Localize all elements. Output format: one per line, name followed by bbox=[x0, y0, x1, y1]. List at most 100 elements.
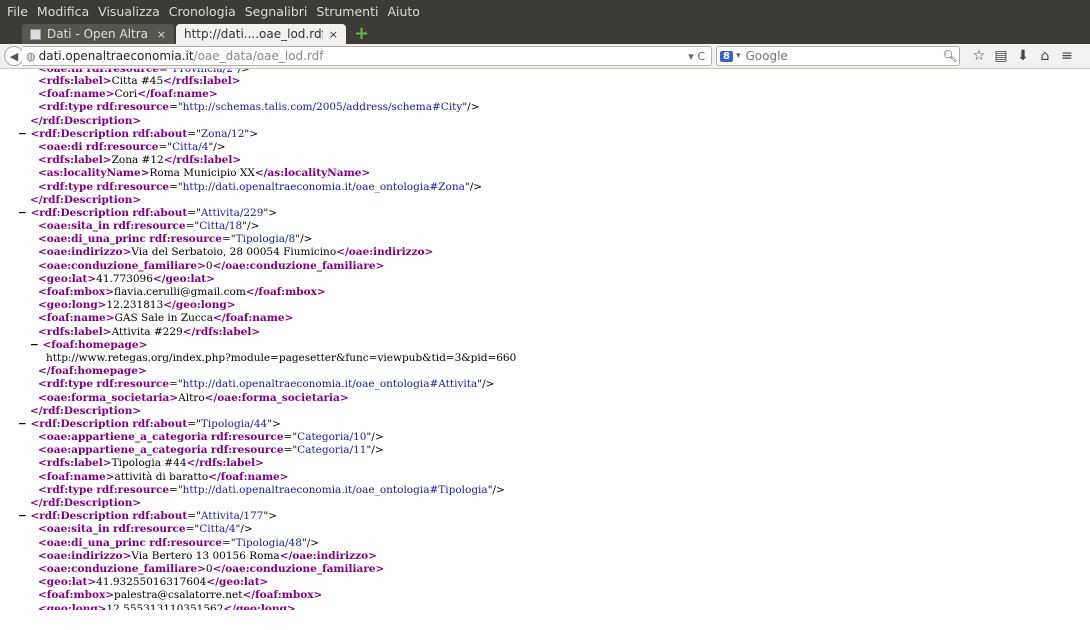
xml-line: <rdf:type rdf:resource="http://dati.open… bbox=[0, 181, 1090, 194]
menu-strumenti[interactable]: Strumenti bbox=[316, 4, 378, 19]
xml-line: − <rdf:Description rdf:about="Attivita/1… bbox=[0, 510, 1090, 523]
xml-text: http://www.retegas.org/index.php?module=… bbox=[46, 351, 517, 364]
back-button[interactable]: ◀ bbox=[4, 46, 24, 66]
xml-tag: <rdfs:label> bbox=[38, 457, 112, 470]
search-input[interactable] bbox=[743, 48, 941, 64]
xml-tag: <rdf:type bbox=[38, 180, 94, 193]
xml-line: − <rdf:Description rdf:about="Tipologia/… bbox=[0, 418, 1090, 431]
xml-tag: <foaf:homepage> bbox=[42, 338, 148, 351]
menu-cronologia[interactable]: Cronologia bbox=[169, 4, 236, 19]
home-icon[interactable]: ⌂ bbox=[1034, 48, 1056, 64]
tab-rdf-file[interactable]: http://dati....oae_lod.rdf × bbox=[176, 24, 346, 44]
menu-icon[interactable]: ≡ bbox=[1056, 48, 1078, 64]
attribute-value: http://dati.openaltraeconomia.it/oae_ont… bbox=[182, 180, 465, 193]
menu-file[interactable]: File bbox=[7, 4, 28, 19]
xml-tag: <foaf:name> bbox=[38, 312, 115, 325]
url-dropdown-reload-icon[interactable]: ▾ C bbox=[688, 50, 705, 63]
xml-text: =" bbox=[185, 220, 200, 233]
xml-text: Citta #45 bbox=[111, 75, 164, 87]
attribute-value: Citta/4 bbox=[172, 140, 209, 153]
attribute-value: http://schemas.talis.com/2005/address/sc… bbox=[182, 101, 463, 114]
xml-tag: <as:localityName> bbox=[38, 167, 150, 180]
xml-tag: <oae:appartiene_a_categoria bbox=[38, 444, 208, 457]
site-identity-icon[interactable]: ◍ bbox=[26, 50, 36, 63]
xml-tag: <rdf:Description bbox=[30, 510, 129, 523]
search-engine-dropdown-icon[interactable]: ▾ bbox=[736, 51, 741, 61]
xml-tag: </foaf:name> bbox=[208, 470, 289, 483]
xml-text: Roma Municipio XX bbox=[149, 167, 255, 180]
xml-text: palestra@csalatorre.net bbox=[114, 589, 243, 602]
downloads-icon[interactable]: ⬇ bbox=[1012, 48, 1034, 64]
xml-tag: </oae:conduzione_familiare> bbox=[212, 259, 385, 272]
search-engine-icon[interactable]: 8 bbox=[720, 50, 733, 62]
xml-line: <oae:indirizzo>Via del Serbatoio, 28 000… bbox=[0, 246, 1090, 259]
xml-tag: <rdfs:label> bbox=[38, 325, 112, 338]
collapse-toggle[interactable]: − bbox=[18, 207, 30, 219]
search-bar[interactable]: 8 ▾ 🔍︎ bbox=[716, 46, 960, 66]
tab-bar: Dati - Open Altra Ec... × http://dati...… bbox=[0, 22, 1090, 44]
bookmarks-menu-icon[interactable]: ▤ bbox=[990, 48, 1012, 64]
xml-tag: rdf:about bbox=[132, 206, 188, 219]
xml-text: =" bbox=[221, 233, 236, 246]
tab-dati-open-altra[interactable]: Dati - Open Altra Ec... × bbox=[22, 24, 174, 44]
xml-tag: </oae:indirizzo> bbox=[279, 549, 377, 562]
xml-line: <oae:sita_in rdf:resource="Citta/4"/> bbox=[0, 523, 1090, 536]
menu-segnalibri[interactable]: Segnalibri bbox=[245, 4, 308, 19]
xml-tag: <foaf:name> bbox=[38, 88, 115, 101]
xml-text: =" bbox=[283, 431, 298, 444]
search-icon[interactable]: 🔍︎ bbox=[941, 49, 959, 63]
new-tab-button[interactable]: + bbox=[354, 24, 369, 44]
xml-tag: </rdf:Description> bbox=[30, 193, 142, 206]
xml-tag: rdf:about bbox=[132, 417, 188, 430]
xml-document-view: <oae:in rdf:resource="Provincia/2"/> <rd… bbox=[0, 69, 1090, 610]
xml-text: "/> bbox=[366, 431, 384, 444]
xml-text: =" bbox=[169, 483, 183, 496]
menu-aiuto[interactable]: Aiuto bbox=[387, 4, 420, 19]
xml-text: "> bbox=[263, 206, 278, 219]
xml-text: 12.231813 bbox=[106, 299, 164, 312]
tab-close-icon[interactable]: × bbox=[157, 28, 166, 41]
xml-text: "> bbox=[244, 127, 259, 140]
xml-tag: <rdf:type bbox=[38, 378, 94, 391]
xml-line: − <foaf:homepage> bbox=[0, 339, 1090, 352]
xml-tag: rdf:resource bbox=[112, 523, 186, 536]
xml-text: =" bbox=[169, 180, 183, 193]
xml-text: 0 bbox=[205, 562, 213, 575]
xml-line: − <rdf:Description rdf:about="Zona/12"> bbox=[0, 128, 1090, 141]
xml-line: − <rdf:Description rdf:about="Attivita/2… bbox=[0, 207, 1090, 220]
collapse-toggle[interactable]: − bbox=[18, 128, 30, 140]
menu-visualizza[interactable]: Visualizza bbox=[98, 4, 160, 19]
attribute-value: Citta/4 bbox=[199, 523, 236, 536]
xml-tag: </geo:lat> bbox=[206, 576, 269, 589]
xml-tag: </rdfs:label> bbox=[163, 75, 241, 87]
xml-text: Attivita #229 bbox=[111, 325, 183, 338]
collapse-toggle[interactable]: − bbox=[18, 418, 30, 430]
attribute-value: http://dati.openaltraeconomia.it/oae_ont… bbox=[182, 483, 488, 496]
xml-line: <oae:indirizzo>Via Bertero 13 00156 Roma… bbox=[0, 550, 1090, 563]
xml-tag: rdf:resource bbox=[149, 536, 222, 549]
tab-close-icon[interactable]: × bbox=[329, 28, 338, 41]
xml-tag: </rdfs:label> bbox=[163, 154, 242, 167]
xml-tag: <geo:lat> bbox=[38, 576, 97, 589]
xml-text: "/> bbox=[366, 444, 384, 457]
xml-text: Via Bertero 13 00156 Roma bbox=[131, 549, 280, 562]
xml-tag: <geo:long> bbox=[38, 299, 107, 312]
collapse-toggle[interactable]: − bbox=[18, 510, 30, 522]
xml-tag: </geo:long> bbox=[163, 299, 236, 312]
menu-modifica[interactable]: Modifica bbox=[37, 4, 89, 19]
xml-text: =" bbox=[187, 510, 201, 523]
attribute-value: Tipologia/44 bbox=[200, 417, 268, 430]
xml-text: =" bbox=[187, 206, 201, 219]
xml-tag: <oae:appartiene_a_categoria bbox=[38, 431, 208, 444]
url-bar[interactable]: ◍ dati.openaltraeconomia.it/oae_data/oae… bbox=[22, 46, 712, 66]
xml-text: =" bbox=[158, 140, 173, 153]
xml-text: GAS Sale in Zucca bbox=[114, 312, 213, 325]
xml-tag: </foaf:name> bbox=[212, 312, 294, 325]
bookmark-star-icon[interactable]: ☆ bbox=[968, 48, 990, 64]
tab-title: Dati - Open Altra Ec... bbox=[47, 27, 151, 41]
tab-title: http://dati....oae_lod.rdf bbox=[184, 27, 323, 41]
url-path: /oae_data/oae_lod.rdf bbox=[193, 49, 324, 63]
xml-line: <oae:sita_in rdf:resource="Citta/18"/> bbox=[0, 220, 1090, 233]
xml-line: <foaf:mbox>flavia.cerulli@gmail.com</foa… bbox=[0, 286, 1090, 299]
collapse-toggle[interactable]: − bbox=[30, 339, 42, 351]
